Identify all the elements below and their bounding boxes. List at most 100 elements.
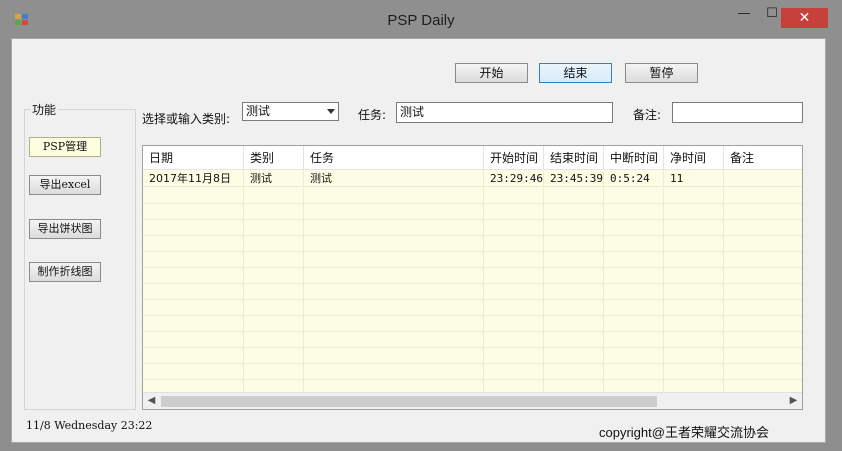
column-header-start-time[interactable]: 开始时间 (484, 146, 544, 170)
empty-cell (244, 252, 304, 268)
window-title: PSP Daily (387, 12, 455, 29)
task-input[interactable]: 测试 (396, 102, 613, 123)
note-label: 备注: (633, 108, 662, 122)
empty-cell (724, 300, 802, 316)
empty-cell (484, 268, 544, 284)
empty-cell (244, 236, 304, 252)
empty-cell (304, 220, 484, 236)
empty-cell (143, 268, 244, 284)
export-pie-chart-button[interactable]: 导出饼状图 (29, 219, 101, 239)
empty-cell (304, 284, 484, 300)
empty-cell (664, 188, 724, 204)
empty-table-row (143, 188, 802, 204)
empty-cell (604, 204, 664, 220)
cell-net-time[interactable]: 11 (664, 171, 724, 187)
empty-cell (244, 204, 304, 220)
column-header-net-time[interactable]: 净时间 (664, 146, 724, 170)
category-combo[interactable]: 测试 (242, 102, 339, 121)
pause-button[interactable]: 暂停 (625, 63, 698, 83)
empty-cell (604, 252, 664, 268)
column-header-note[interactable]: 备注 (724, 146, 802, 170)
empty-cell (143, 300, 244, 316)
empty-cell (724, 204, 802, 220)
empty-cell (544, 284, 604, 300)
column-header-category[interactable]: 类别 (244, 146, 304, 170)
cell-date[interactable]: 2017年11月8日 (143, 171, 244, 187)
minimize-button[interactable]: — (730, 0, 758, 28)
empty-cell (544, 300, 604, 316)
cell-start-time[interactable]: 23:29:46 (484, 171, 544, 187)
empty-cell (724, 188, 802, 204)
empty-cell (484, 348, 544, 364)
empty-cell (484, 252, 544, 268)
empty-cell (244, 364, 304, 380)
empty-cell (724, 284, 802, 300)
empty-cell (244, 316, 304, 332)
column-header-task[interactable]: 任务 (304, 146, 484, 170)
empty-cell (604, 188, 664, 204)
column-header-end-time[interactable]: 结束时间 (544, 146, 604, 170)
cell-category[interactable]: 测试 (244, 171, 304, 187)
empty-cell (484, 220, 544, 236)
horizontal-scrollbar[interactable]: ◀ ▶ (143, 392, 802, 409)
empty-table-row (143, 252, 802, 268)
chevron-down-icon[interactable] (327, 109, 335, 114)
empty-cell (484, 316, 544, 332)
empty-cell (304, 236, 484, 252)
empty-cell (484, 364, 544, 380)
empty-cell (304, 252, 484, 268)
empty-cell (664, 364, 724, 380)
scroll-left-icon[interactable]: ◀ (143, 393, 160, 409)
cell-task[interactable]: 测试 (304, 171, 484, 187)
empty-table-row (143, 220, 802, 236)
records-table[interactable]: 日期 类别 任务 开始时间 结束时间 中断时间 净时间 备注 2017年11月8… (142, 145, 803, 410)
empty-table-row (143, 284, 802, 300)
empty-cell (304, 204, 484, 220)
start-button[interactable]: 开始 (455, 63, 528, 83)
empty-cell (724, 332, 802, 348)
table-row[interactable]: 2017年11月8日 测试 测试 23:29:46 23:45:39 0:5:2… (143, 171, 802, 187)
empty-cell (604, 364, 664, 380)
title-bar[interactable]: PSP Daily — ☐ ✕ (0, 0, 842, 38)
empty-cell (484, 332, 544, 348)
empty-cell (604, 236, 664, 252)
empty-table-row (143, 364, 802, 380)
empty-cell (724, 220, 802, 236)
empty-cell (304, 332, 484, 348)
empty-cell (143, 236, 244, 252)
empty-cell (664, 268, 724, 284)
psp-manage-button[interactable]: PSP管理 (29, 137, 101, 157)
empty-cell (544, 348, 604, 364)
empty-cell (724, 236, 802, 252)
column-header-interrupt-time[interactable]: 中断时间 (604, 146, 664, 170)
empty-cell (244, 220, 304, 236)
empty-cell (604, 348, 664, 364)
scrollbar-thumb[interactable] (161, 396, 657, 407)
export-excel-button[interactable]: 导出excel (29, 175, 101, 195)
empty-cell (484, 204, 544, 220)
empty-cell (244, 188, 304, 204)
empty-cell (304, 316, 484, 332)
close-button[interactable]: ✕ (781, 8, 828, 28)
empty-cell (244, 332, 304, 348)
empty-cell (544, 316, 604, 332)
empty-cell (664, 316, 724, 332)
status-datetime: 11/8 Wednesday 23:22 (26, 419, 153, 432)
note-input[interactable] (672, 102, 803, 123)
column-header-date[interactable]: 日期 (143, 146, 244, 170)
make-line-chart-button[interactable]: 制作折线图 (29, 262, 101, 282)
empty-cell (544, 268, 604, 284)
end-button[interactable]: 结束 (539, 63, 612, 83)
empty-cell (143, 364, 244, 380)
empty-cell (664, 220, 724, 236)
empty-cell (664, 252, 724, 268)
empty-cell (664, 332, 724, 348)
empty-cell (724, 316, 802, 332)
empty-cell (724, 252, 802, 268)
empty-cell (604, 268, 664, 284)
cell-note[interactable] (724, 171, 802, 187)
empty-cell (664, 204, 724, 220)
scroll-right-icon[interactable]: ▶ (785, 393, 802, 409)
cell-interrupt-time[interactable]: 0:5:24 (604, 171, 664, 187)
cell-end-time[interactable]: 23:45:39 (544, 171, 604, 187)
